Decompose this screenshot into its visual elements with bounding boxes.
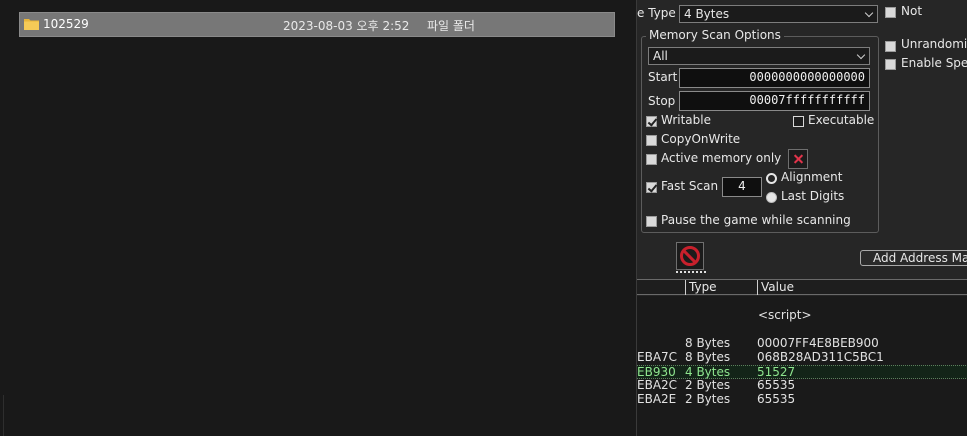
active-memory-checkbox[interactable] bbox=[646, 154, 657, 165]
chevron-down-icon bbox=[864, 8, 874, 18]
file-type: 파일 폴더 bbox=[427, 19, 475, 33]
file-row-selected[interactable]: 102529 2023-08-03 오후 2:52 파일 폴더 bbox=[19, 12, 615, 37]
pause-game-checkbox[interactable] bbox=[646, 216, 657, 227]
cheat-engine-pane: e Type 4 Bytes Not Memory Scan Options A… bbox=[636, 0, 967, 436]
table-row[interactable]: EBA2E 2 Bytes 65535 bbox=[637, 393, 967, 407]
start-label: Start bbox=[648, 70, 678, 84]
start-address-input[interactable]: 0000000000000000 bbox=[679, 68, 870, 88]
row-value: 00007FF4E8BEB900 bbox=[757, 336, 879, 350]
address-table-header: Type Value bbox=[637, 279, 967, 295]
chevron-down-icon bbox=[856, 50, 866, 60]
pane-edge bbox=[3, 395, 4, 436]
stop-label: Stop bbox=[648, 94, 676, 108]
pause-game-label: Pause the game while scanning bbox=[661, 213, 851, 227]
value-type-dropdown[interactable]: 4 Bytes bbox=[679, 5, 878, 23]
unrandomizer-checkbox[interactable] bbox=[885, 41, 896, 52]
row-type: 8 Bytes bbox=[685, 350, 731, 364]
folder-icon bbox=[24, 19, 39, 30]
fast-scan-input[interactable]: 4 bbox=[722, 177, 762, 197]
row-value: 65535 bbox=[757, 392, 796, 406]
memory-region-dropdown[interactable]: All bbox=[648, 47, 870, 65]
row-value: 65535 bbox=[757, 378, 796, 392]
memory-scan-options-title: Memory Scan Options bbox=[646, 28, 784, 42]
row-address: EBA7C bbox=[637, 350, 678, 364]
row-address: EBA2E bbox=[637, 392, 677, 406]
last-digits-label: Last Digits bbox=[781, 189, 845, 203]
file-name: 102529 bbox=[43, 17, 89, 31]
table-row[interactable]: EBA7C 8 Bytes 068B28AD311C5BC1 bbox=[637, 351, 967, 365]
executable-label: Executable bbox=[808, 113, 875, 127]
table-row[interactable]: EBA2C 2 Bytes 65535 bbox=[637, 379, 967, 393]
alignment-label: Alignment bbox=[781, 170, 843, 184]
row-address: EBA2C bbox=[637, 378, 678, 392]
not-label: Not bbox=[901, 4, 923, 18]
column-header-value[interactable]: Value bbox=[757, 280, 967, 295]
column-header-type[interactable]: Type bbox=[685, 280, 757, 295]
unrandomizer-label: Unrandomiz bbox=[901, 37, 967, 51]
row-value: 068B28AD311C5BC1 bbox=[757, 350, 884, 364]
table-row[interactable]: 8 Bytes 00007FF4E8BEB900 bbox=[637, 337, 967, 351]
close-icon[interactable] bbox=[788, 149, 808, 169]
not-checkbox[interactable] bbox=[885, 7, 896, 18]
row-type: 2 Bytes bbox=[685, 378, 731, 392]
enable-speedhack-label: Enable Spe bbox=[901, 56, 967, 70]
active-memory-label: Active memory only bbox=[661, 151, 782, 165]
dotted-separator bbox=[676, 271, 706, 273]
stop-icon bbox=[680, 246, 700, 266]
memory-region-selected: All bbox=[653, 49, 668, 63]
stop-scan-button[interactable] bbox=[676, 242, 704, 270]
file-explorer-pane: 102529 2023-08-03 오후 2:52 파일 폴더 bbox=[0, 0, 636, 436]
copyonwrite-label: CopyOnWrite bbox=[661, 132, 741, 146]
fast-scan-checkbox[interactable] bbox=[646, 182, 657, 193]
value-type-label: e Type bbox=[637, 6, 676, 20]
enable-speedhack-checkbox[interactable] bbox=[885, 59, 896, 70]
writable-label: Writable bbox=[661, 113, 711, 127]
file-modified-date: 2023-08-03 오후 2:52 bbox=[283, 19, 410, 33]
writable-checkbox[interactable] bbox=[646, 116, 657, 127]
add-address-manually-button[interactable]: Add Address Ma bbox=[860, 250, 967, 266]
row-type: 2 Bytes bbox=[685, 392, 731, 406]
row-type: 8 Bytes bbox=[685, 336, 731, 350]
stop-address-input[interactable]: 00007fffffffffff bbox=[679, 91, 870, 111]
alignment-radio[interactable] bbox=[766, 173, 777, 184]
address-table-body: <script> 8 Bytes 00007FF4E8BEB900 EBA7C … bbox=[637, 296, 967, 436]
value-type-selected: 4 Bytes bbox=[684, 7, 730, 21]
script-value: <script> bbox=[758, 308, 812, 322]
last-digits-radio[interactable] bbox=[766, 192, 777, 203]
table-row-script[interactable]: <script> bbox=[637, 309, 967, 323]
copyonwrite-checkbox[interactable] bbox=[646, 135, 657, 146]
table-row-highlighted[interactable]: EB930 4 Bytes 51527 bbox=[637, 365, 967, 379]
fast-scan-label: Fast Scan bbox=[661, 179, 719, 193]
executable-checkbox[interactable] bbox=[793, 116, 804, 127]
